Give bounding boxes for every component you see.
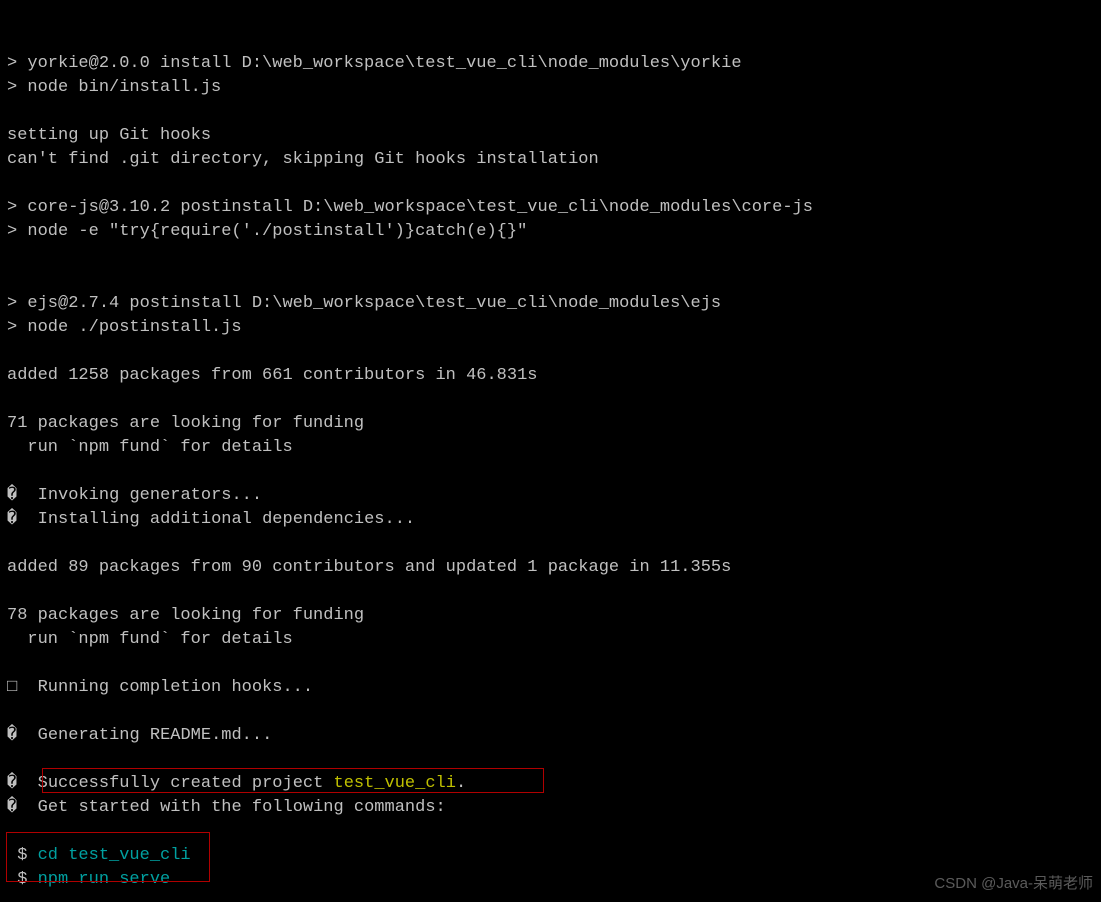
terminal-text: $ (7, 870, 27, 889)
terminal-text: run `npm fund` for details (7, 630, 293, 649)
terminal-text: Get started with the following commands: (17, 798, 445, 817)
terminal-line: > node bin/install.js (7, 76, 1101, 100)
terminal-output[interactable]: > yorkie@2.0.0 install D:\web_workspace\… (7, 0, 1101, 892)
terminal-line (7, 820, 1101, 844)
terminal-line: □ Running completion hooks... (7, 676, 1101, 700)
terminal-text: � (7, 774, 17, 793)
terminal-line: run `npm fund` for details (7, 628, 1101, 652)
terminal-text: cd test_vue_cli (27, 846, 190, 865)
terminal-line: setting up Git hooks (7, 124, 1101, 148)
terminal-line: $ cd test_vue_cli (7, 844, 1101, 868)
terminal-text: run `npm fund` for details (7, 438, 293, 457)
terminal-line (7, 748, 1101, 772)
terminal-line: can't find .git directory, skipping Git … (7, 148, 1101, 172)
terminal-line (7, 652, 1101, 676)
terminal-text: � (7, 486, 17, 505)
terminal-line (7, 268, 1101, 292)
terminal-line: added 1258 packages from 661 contributor… (7, 364, 1101, 388)
terminal-text: $ (7, 846, 27, 865)
terminal-line: 71 packages are looking for funding (7, 412, 1101, 436)
terminal-text: test_vue_cli (334, 774, 456, 793)
terminal-text: 71 packages are looking for funding (7, 414, 364, 433)
terminal-text: □ (7, 678, 17, 697)
terminal-line: � Invoking generators... (7, 484, 1101, 508)
terminal-text: � (7, 798, 17, 817)
terminal-text: Invoking generators... (17, 486, 262, 505)
terminal-line (7, 100, 1101, 124)
terminal-line: � Successfully created project test_vue_… (7, 772, 1101, 796)
terminal-line: > yorkie@2.0.0 install D:\web_workspace\… (7, 52, 1101, 76)
terminal-line (7, 532, 1101, 556)
terminal-line: � Get started with the following command… (7, 796, 1101, 820)
terminal-line (7, 244, 1101, 268)
terminal-line: > ejs@2.7.4 postinstall D:\web_workspace… (7, 292, 1101, 316)
terminal-text: can't find .git directory, skipping Git … (7, 150, 599, 169)
terminal-text: Installing additional dependencies... (17, 510, 415, 529)
terminal-line (7, 172, 1101, 196)
terminal-text: Generating README.md... (17, 726, 272, 745)
terminal-text: > node -e "try{require('./postinstall')}… (7, 222, 527, 241)
terminal-text: � (7, 726, 17, 745)
terminal-line (7, 388, 1101, 412)
terminal-line (7, 460, 1101, 484)
terminal-line (7, 340, 1101, 364)
terminal-text: > node bin/install.js (7, 78, 221, 97)
terminal-text: Successfully created project (17, 774, 333, 793)
terminal-text: � (7, 510, 17, 529)
terminal-text: Running completion hooks... (17, 678, 313, 697)
terminal-line: � Generating README.md... (7, 724, 1101, 748)
terminal-line: run `npm fund` for details (7, 436, 1101, 460)
terminal-text: added 89 packages from 90 contributors a… (7, 558, 731, 577)
terminal-text: npm run serve (27, 870, 170, 889)
terminal-line (7, 700, 1101, 724)
terminal-text: > core-js@3.10.2 postinstall D:\web_work… (7, 198, 813, 217)
terminal-line: � Installing additional dependencies... (7, 508, 1101, 532)
terminal-line (7, 580, 1101, 604)
terminal-text: > yorkie@2.0.0 install D:\web_workspace\… (7, 54, 742, 73)
terminal-text: added 1258 packages from 661 contributor… (7, 366, 538, 385)
terminal-line: 78 packages are looking for funding (7, 604, 1101, 628)
terminal-line: $ npm run serve (7, 868, 1101, 892)
terminal-line: added 89 packages from 90 contributors a… (7, 556, 1101, 580)
terminal-text: 78 packages are looking for funding (7, 606, 364, 625)
terminal-text: > node ./postinstall.js (7, 318, 242, 337)
terminal-text: > ejs@2.7.4 postinstall D:\web_workspace… (7, 294, 721, 313)
terminal-text: . (456, 774, 466, 793)
terminal-text: setting up Git hooks (7, 126, 211, 145)
terminal-line: > core-js@3.10.2 postinstall D:\web_work… (7, 196, 1101, 220)
terminal-line: > node -e "try{require('./postinstall')}… (7, 220, 1101, 244)
terminal-line: > node ./postinstall.js (7, 316, 1101, 340)
